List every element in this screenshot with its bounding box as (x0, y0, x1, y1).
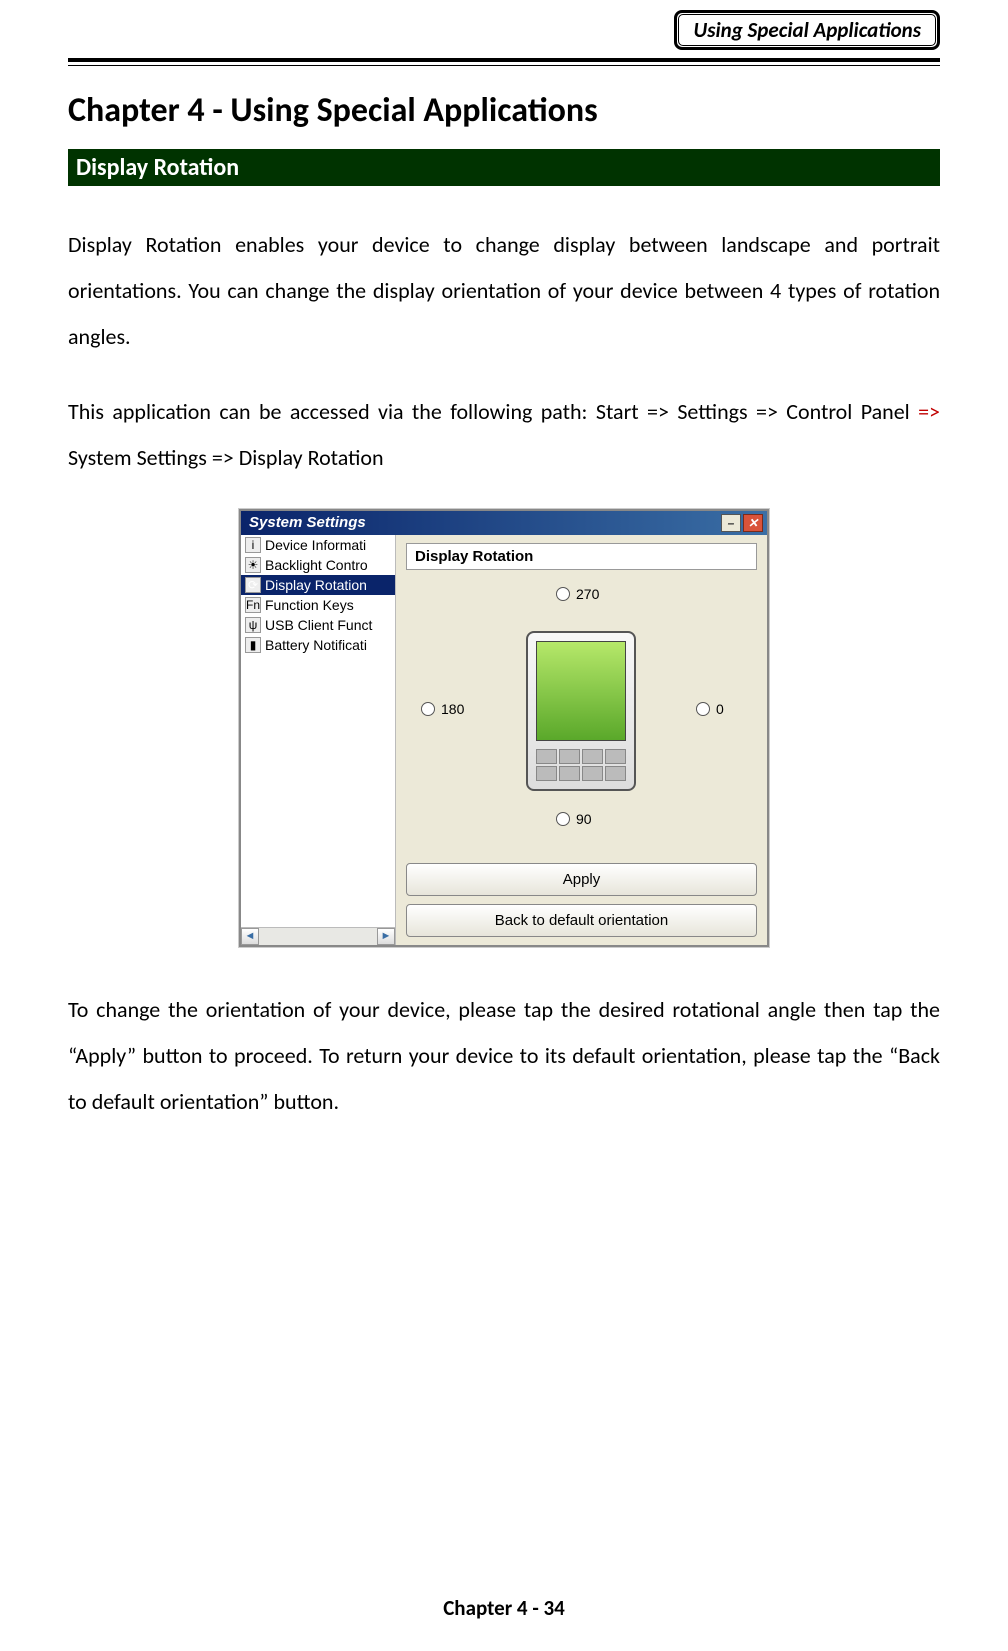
function-keys-icon: Fn (245, 597, 261, 613)
sidebar-list: i Device Informati ☀ Backlight Contro ⟳ … (241, 535, 395, 927)
apply-button[interactable]: Apply (406, 863, 757, 896)
paragraph-2c: System Settings => Display Rotation (68, 444, 384, 471)
header-rule (68, 58, 940, 66)
header-badge-text: Using Special Applications (678, 14, 936, 46)
rotation-area: 270 0 90 180 (406, 576, 757, 859)
system-settings-window: System Settings – ✕ i Device Informati ☀ (239, 509, 769, 947)
window-title: System Settings (249, 514, 366, 531)
sidebar-item-label: Backlight Contro (265, 557, 368, 573)
radio-dot-icon (556, 587, 570, 601)
chapter-title: Chapter 4 - Using Special Applications (68, 90, 940, 131)
battery-icon: ▮ (245, 637, 261, 653)
scroll-track[interactable] (259, 928, 377, 945)
rotation-icon: ⟳ (245, 577, 261, 593)
radio-0[interactable]: 0 (696, 701, 724, 717)
backlight-icon: ☀ (245, 557, 261, 573)
sidebar-item-label: Battery Notificati (265, 637, 367, 653)
minimize-button[interactable]: – (721, 514, 741, 532)
radio-90[interactable]: 90 (556, 811, 592, 827)
radio-270[interactable]: 270 (556, 586, 599, 602)
radio-dot-icon (696, 702, 710, 716)
radio-label: 0 (716, 701, 724, 717)
paragraph-1: Display Rotation enables your device to … (68, 222, 940, 361)
paragraph-3: To change the orientation of your device… (68, 987, 940, 1126)
scroll-left-button[interactable]: ◄ (241, 928, 259, 945)
sidebar-item-battery[interactable]: ▮ Battery Notificati (241, 635, 395, 655)
radio-dot-icon (421, 702, 435, 716)
sidebar-item-label: Function Keys (265, 597, 354, 613)
usb-icon: ψ (245, 617, 261, 633)
sidebar-item-label: USB Client Funct (265, 617, 372, 633)
content-pane: Display Rotation 270 0 90 (396, 535, 767, 945)
radio-dot-icon (556, 812, 570, 826)
radio-label: 90 (576, 811, 592, 827)
sidebar-item-backlight[interactable]: ☀ Backlight Contro (241, 555, 395, 575)
paragraph-2-arrow-red: => (918, 398, 940, 425)
sidebar-item-display-rotation[interactable]: ⟳ Display Rotation (241, 575, 395, 595)
window-titlebar: System Settings – ✕ (241, 511, 767, 535)
paragraph-2: This application can be accessed via the… (68, 389, 940, 481)
page-footer: Chapter 4 - 34 (0, 1595, 1008, 1621)
sidebar-item-function-keys[interactable]: Fn Function Keys (241, 595, 395, 615)
header-badge: Using Special Applications (674, 10, 940, 50)
device-screen-icon (536, 641, 626, 741)
sidebar: i Device Informati ☀ Backlight Contro ⟳ … (241, 535, 396, 945)
info-icon: i (245, 537, 261, 553)
sidebar-item-label: Device Informati (265, 537, 366, 553)
radio-label: 180 (441, 701, 464, 717)
paragraph-2a: This application can be accessed via the… (68, 398, 918, 425)
sidebar-item-usb-client[interactable]: ψ USB Client Funct (241, 615, 395, 635)
radio-180[interactable]: 180 (421, 701, 464, 717)
sidebar-item-device-info[interactable]: i Device Informati (241, 535, 395, 555)
back-to-default-button[interactable]: Back to default orientation (406, 904, 757, 937)
close-button[interactable]: ✕ (743, 514, 763, 532)
section-title-bar: Display Rotation (68, 149, 940, 186)
scroll-right-button[interactable]: ► (377, 928, 395, 945)
pane-title: Display Rotation (406, 543, 757, 570)
radio-label: 270 (576, 586, 599, 602)
sidebar-scrollbar[interactable]: ◄ ► (241, 927, 395, 945)
sidebar-item-label: Display Rotation (265, 577, 367, 593)
device-illustration (526, 631, 636, 791)
device-keypad-icon (536, 749, 626, 781)
